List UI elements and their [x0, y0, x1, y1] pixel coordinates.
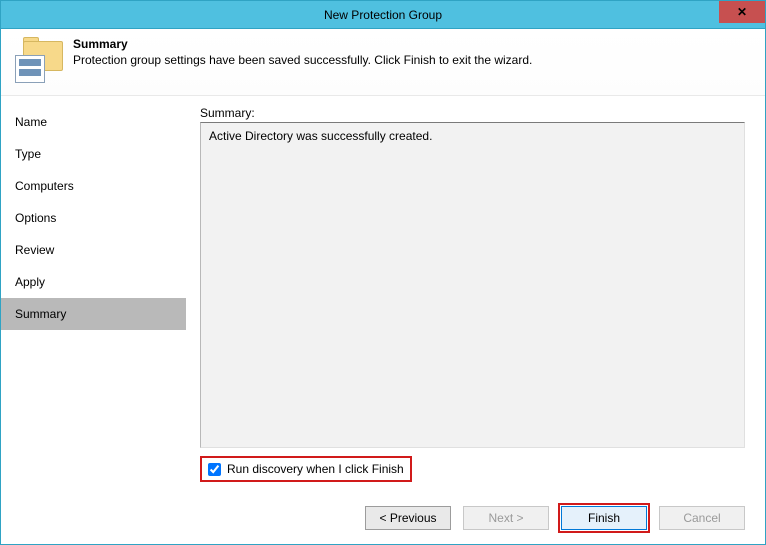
run-discovery-checkbox-wrap[interactable]: Run discovery when I click Finish — [200, 456, 412, 482]
nav-item-options[interactable]: Options — [1, 202, 186, 234]
header-text: Summary Protection group settings have b… — [73, 37, 532, 67]
header-title: Summary — [73, 37, 532, 51]
close-button[interactable]: ✕ — [719, 1, 765, 23]
next-button: Next > — [463, 506, 549, 530]
content-area: Summary: Active Directory was successful… — [186, 96, 765, 496]
titlebar: New Protection Group ✕ — [1, 1, 765, 29]
nav-item-summary[interactable]: Summary — [1, 298, 186, 330]
summary-text: Active Directory was successfully create… — [209, 129, 432, 143]
nav-item-type[interactable]: Type — [1, 138, 186, 170]
nav-item-name[interactable]: Name — [1, 106, 186, 138]
nav-item-review[interactable]: Review — [1, 234, 186, 266]
wizard-nav: Name Type Computers Options Review Apply… — [1, 96, 186, 496]
body-area: Name Type Computers Options Review Apply… — [1, 96, 765, 496]
header-band: Summary Protection group settings have b… — [1, 29, 765, 96]
nav-item-apply[interactable]: Apply — [1, 266, 186, 298]
summary-textbox[interactable]: Active Directory was successfully create… — [200, 122, 745, 448]
window-title: New Protection Group — [1, 8, 765, 22]
button-row: < Previous Next > Finish Cancel — [1, 496, 765, 544]
previous-button[interactable]: < Previous — [365, 506, 451, 530]
below-summary: Run discovery when I click Finish — [200, 448, 745, 488]
run-discovery-checkbox[interactable] — [208, 463, 221, 476]
wizard-window: New Protection Group ✕ Summary Protectio… — [0, 0, 766, 545]
finish-button[interactable]: Finish — [561, 506, 647, 530]
close-icon: ✕ — [737, 5, 747, 19]
run-discovery-label: Run discovery when I click Finish — [227, 462, 404, 476]
wizard-header-icon — [15, 37, 63, 85]
summary-label: Summary: — [200, 106, 745, 120]
cancel-button: Cancel — [659, 506, 745, 530]
nav-item-computers[interactable]: Computers — [1, 170, 186, 202]
header-subtitle: Protection group settings have been save… — [73, 53, 532, 67]
